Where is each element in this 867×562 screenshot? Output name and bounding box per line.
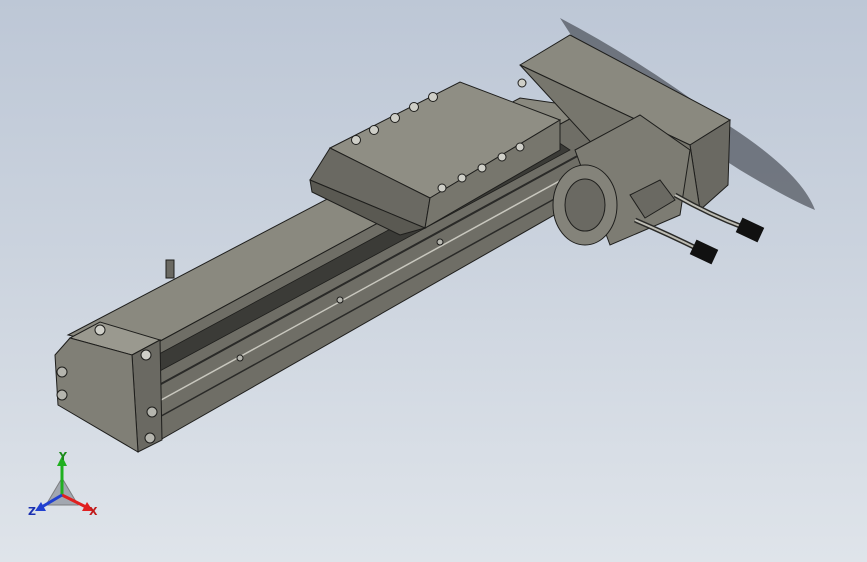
axis-triad	[35, 456, 93, 511]
axis-x-label: X	[89, 505, 98, 518]
axis-y-label: Y	[59, 450, 67, 463]
3d-viewport[interactable]: Y X Z	[0, 0, 867, 562]
axis-z-label: Z	[28, 505, 36, 518]
